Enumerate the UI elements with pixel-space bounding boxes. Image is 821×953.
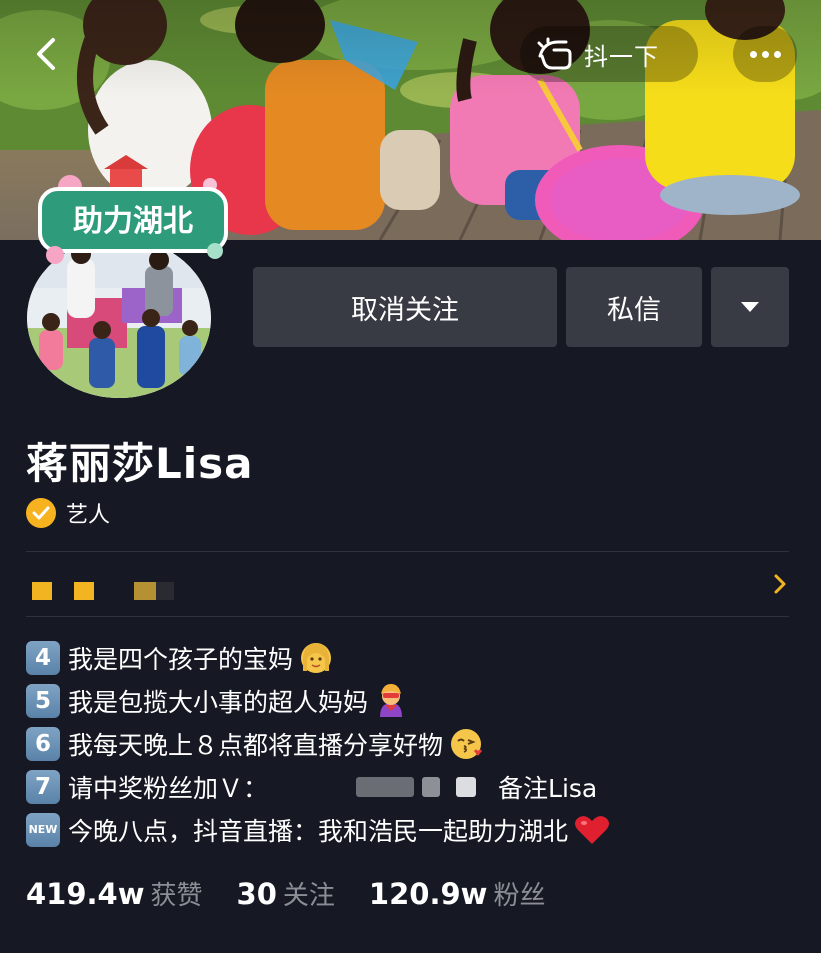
verified-check-icon	[26, 498, 56, 528]
bio-text: 我每天晚上８点都将直播分享好物	[68, 730, 444, 760]
bio-line: 7 请中奖粉丝加Ｖ： 备注Lisa	[26, 765, 610, 808]
keycap-4-icon: 4	[26, 640, 60, 675]
bio: 4 我是四个孩子的宝妈 5 我是包揽大小事的超人妈妈 6 我每天晚上８点都将直播…	[26, 636, 610, 851]
followers-stat[interactable]: 120.9w 粉丝	[369, 875, 546, 912]
shake-label: 抖一下	[584, 42, 659, 71]
message-button[interactable]: 私信	[566, 267, 702, 347]
dropdown-arrow-icon	[741, 302, 759, 312]
redacted-block	[134, 582, 156, 600]
hubei-support-badge: 助力湖北	[38, 155, 228, 264]
bio-line: 5 我是包揽大小事的超人妈妈	[26, 679, 610, 722]
bio-text: 备注Lisa	[498, 773, 598, 803]
bio-text: 我是四个孩子的宝妈	[68, 644, 294, 674]
following-stat[interactable]: 30 关注	[237, 875, 335, 912]
bio-text: 请中奖粉丝加Ｖ：	[68, 773, 269, 803]
shake-button[interactable]: 抖一下	[520, 26, 698, 82]
badge-text: 助力湖北	[73, 204, 193, 239]
keycap-7-icon: 7	[26, 769, 60, 804]
following-count: 30	[236, 877, 277, 911]
following-label: 关注	[282, 881, 335, 911]
shake-hand-icon	[537, 37, 572, 70]
more-dots-icon	[749, 50, 781, 58]
bio-text: 今晚八点，抖音直播：我和浩民一起助力湖北	[68, 816, 569, 846]
back-button[interactable]	[20, 28, 72, 80]
link-icon	[32, 582, 52, 600]
verification-row: 艺人	[26, 497, 110, 529]
redacted-wechat-id	[422, 776, 441, 797]
bio-line: 4 我是四个孩子的宝妈	[26, 636, 610, 679]
keycap-6-icon: 6	[26, 726, 60, 761]
profile-name: 蒋丽莎Lisa	[26, 439, 254, 488]
redacted-block	[156, 582, 174, 600]
likes-stat[interactable]: 419.4w 获赞	[26, 875, 203, 912]
redacted-wechat-id	[456, 776, 477, 797]
avatar[interactable]: 助力湖北	[24, 155, 228, 401]
superhero-icon	[380, 683, 403, 717]
woman-icon	[301, 642, 332, 673]
redacted-block	[74, 582, 94, 600]
divider	[26, 616, 789, 617]
back-arrow-icon	[37, 38, 55, 70]
likes-label: 获赞	[150, 881, 203, 911]
unfollow-button[interactable]: 取消关注	[253, 267, 557, 347]
more-button[interactable]	[733, 26, 797, 82]
likes-count: 419.4w	[26, 877, 145, 911]
recommend-dropdown-button[interactable]	[711, 267, 789, 347]
followers-count: 120.9w	[368, 877, 488, 911]
divider	[26, 551, 789, 552]
profile-link-row[interactable]	[26, 566, 789, 606]
redacted-wechat-id	[356, 776, 415, 797]
red-heart-icon	[575, 815, 610, 844]
chevron-right-icon	[774, 574, 786, 594]
kiss-face-icon	[451, 728, 483, 759]
bio-text: 我是包揽大小事的超人妈妈	[68, 687, 369, 717]
verification-label: 艺人	[66, 503, 111, 528]
bio-line: NEW 今晚八点，抖音直播：我和浩民一起助力湖北	[26, 808, 610, 851]
new-badge-icon: NEW	[26, 812, 60, 847]
profile-stats: 419.4w 获赞 30 关注 120.9w 粉丝	[26, 875, 579, 912]
bio-line: 6 我每天晚上８点都将直播分享好物	[26, 722, 610, 765]
followers-label: 粉丝	[493, 881, 546, 911]
keycap-5-icon: 5	[26, 683, 60, 718]
